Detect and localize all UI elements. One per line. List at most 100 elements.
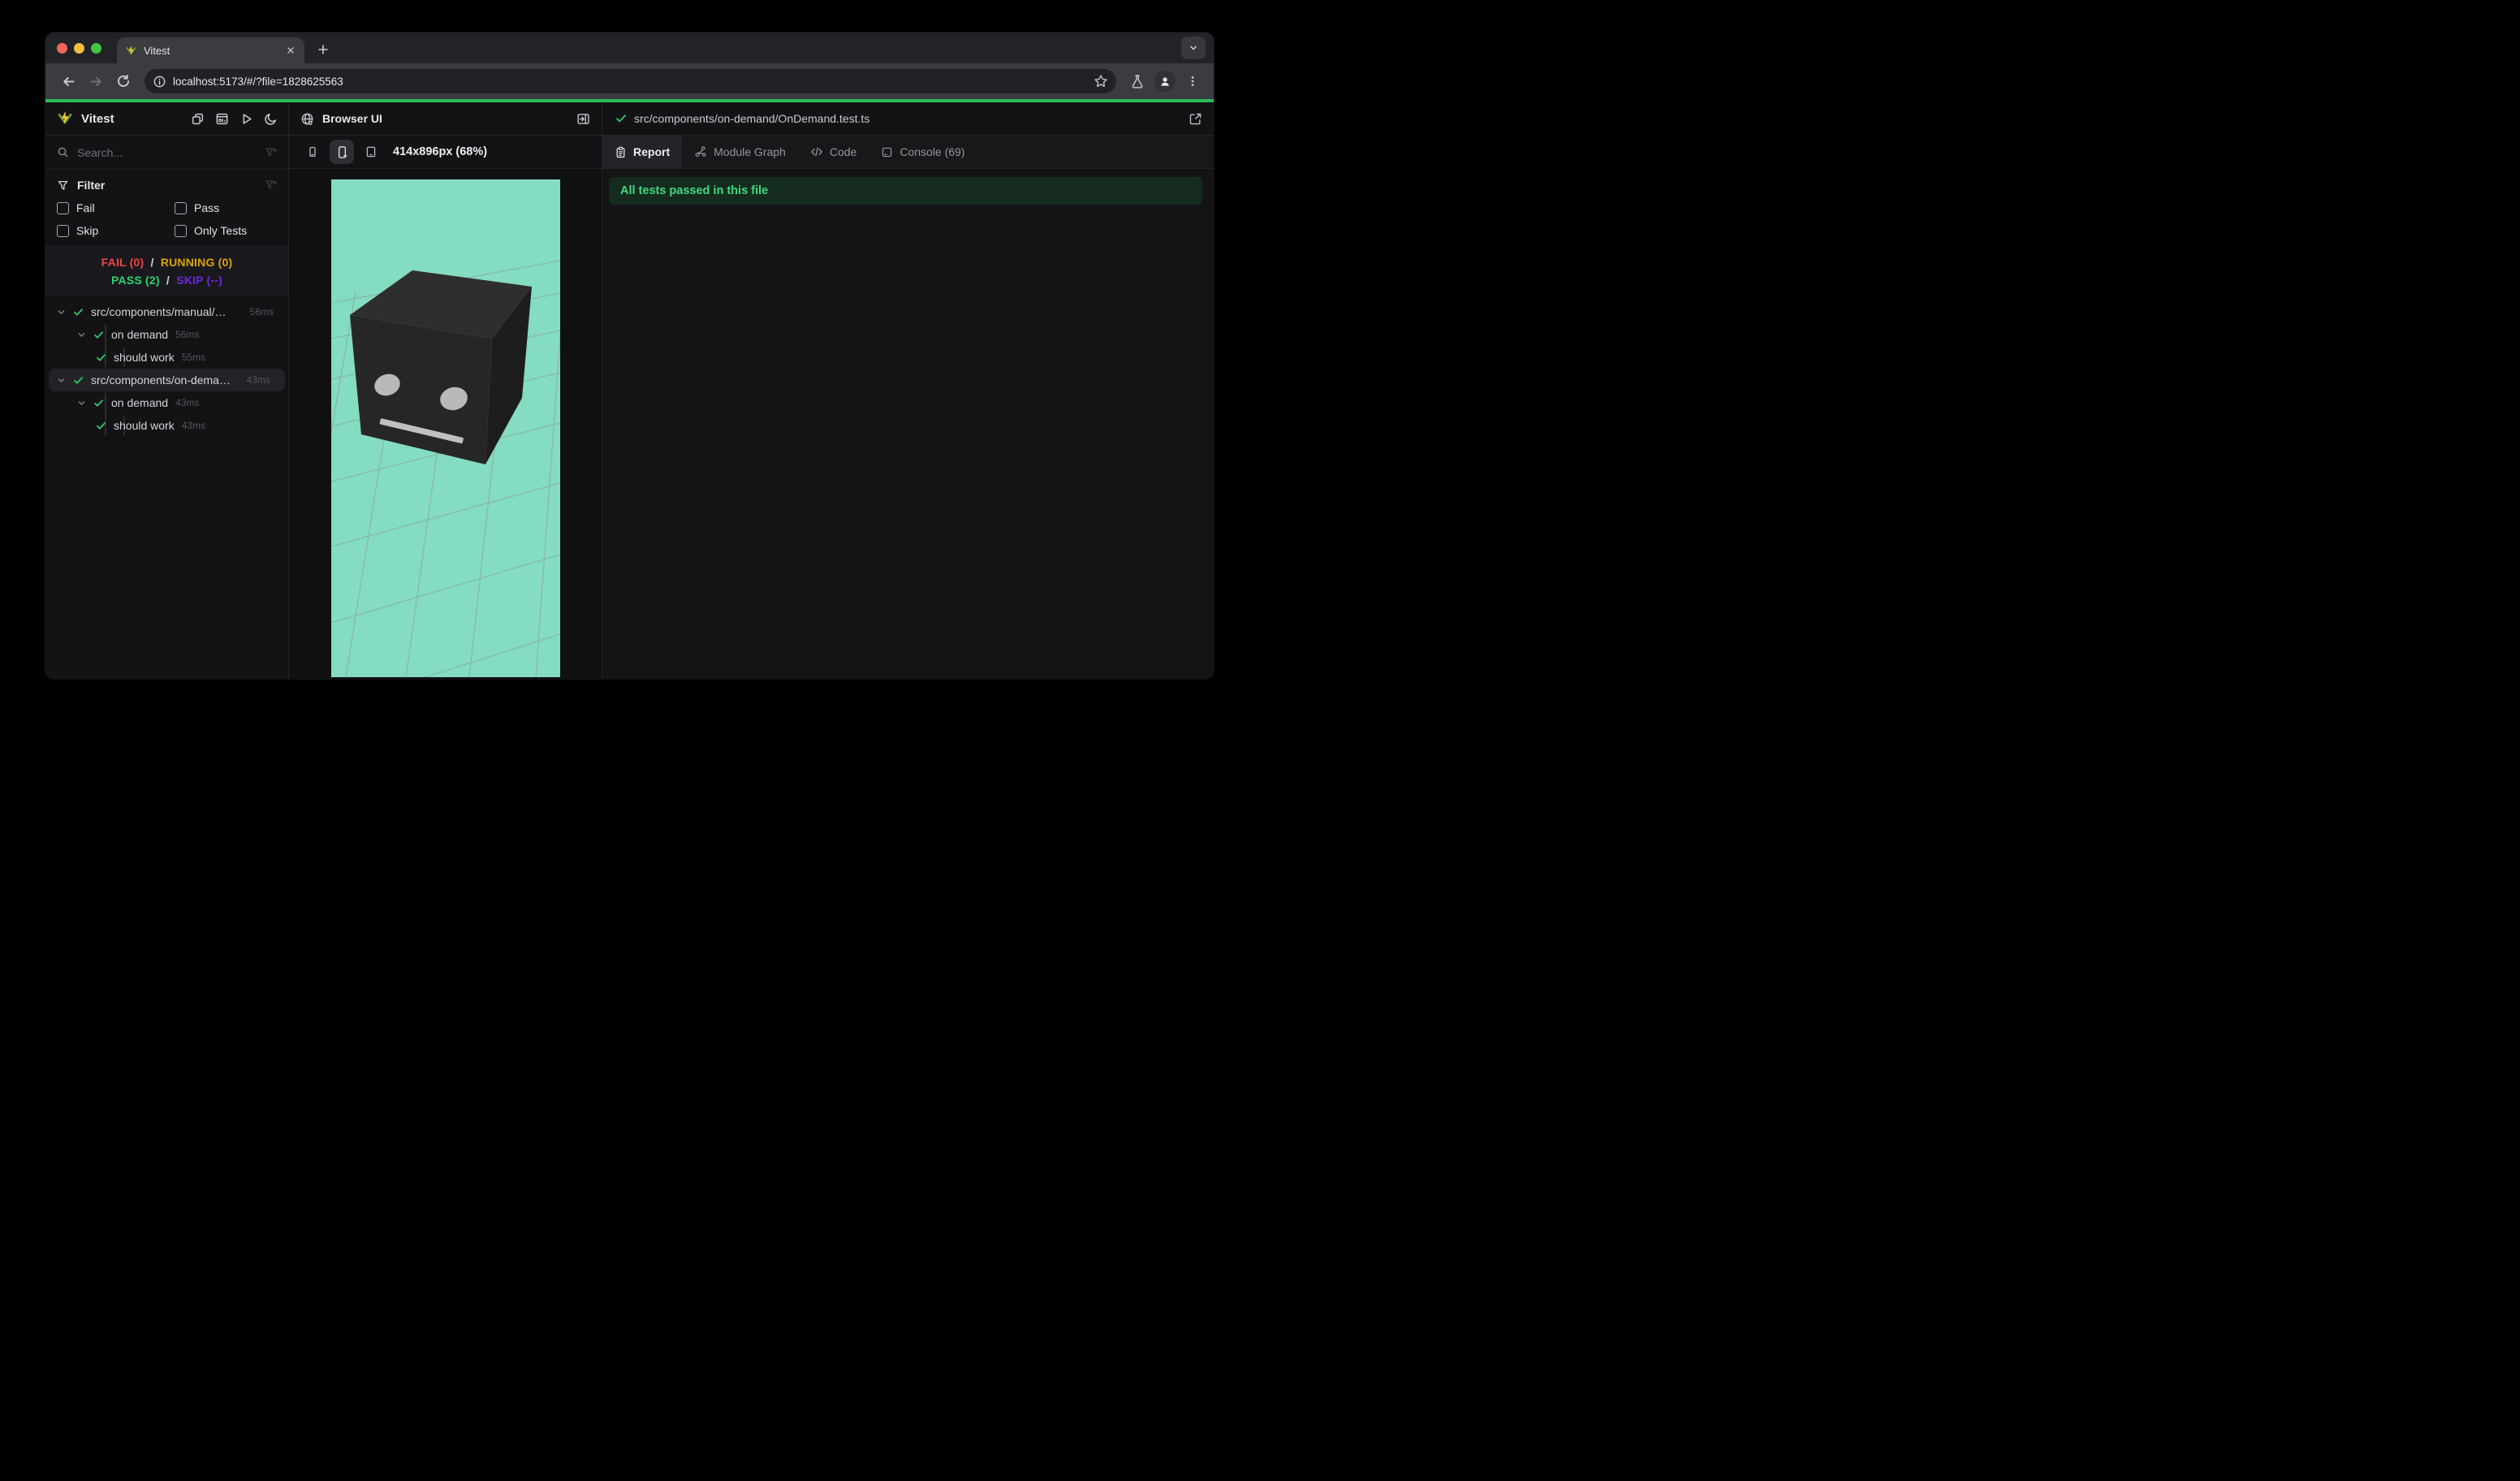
reload-button[interactable]: [112, 70, 135, 93]
pass-check-icon: [96, 352, 106, 363]
results-tabs: Report Module Graph Code Console (69): [602, 135, 1214, 169]
robot-cube-scene: [330, 260, 560, 677]
tab-report[interactable]: Report: [602, 136, 683, 168]
pass-check-icon: [73, 307, 84, 317]
test-duration: 43ms: [175, 397, 200, 408]
pass-count: PASS (2): [111, 274, 160, 287]
summary-line-1: FAIL (0) / RUNNING (0): [45, 253, 288, 271]
theme-toggle-moon-icon[interactable]: [264, 112, 278, 126]
forward-button[interactable]: [84, 70, 107, 93]
pass-check-icon: [615, 113, 627, 124]
chevron-down-icon[interactable]: [77, 330, 86, 339]
fail-checkbox[interactable]: [57, 201, 69, 214]
tab-code[interactable]: Code: [798, 136, 869, 168]
chevron-down-icon[interactable]: [57, 308, 66, 317]
module-graph-icon: [695, 146, 706, 158]
address-bar[interactable]: [145, 69, 1116, 93]
open-panel-icon[interactable]: [576, 112, 590, 126]
browser-preview-panel: Browser UI 414x896px (68%): [289, 102, 602, 679]
clear-search-filter-icon[interactable]: [265, 146, 278, 159]
open-in-editor-icon[interactable]: [1189, 112, 1202, 126]
new-tab-button[interactable]: [313, 39, 334, 60]
browser-tab[interactable]: Vitest: [117, 37, 304, 63]
run-all-icon[interactable]: [239, 112, 253, 126]
tab-report-label: Report: [633, 145, 671, 158]
filter-option-skip[interactable]: Skip: [45, 219, 163, 242]
test-label: on demand: [111, 328, 169, 341]
browser-toolbar: [45, 63, 1214, 99]
running-count: RUNNING (0): [160, 256, 233, 269]
test-duration: 55ms: [181, 352, 206, 363]
close-tab-icon[interactable]: [285, 45, 296, 56]
minimize-window-button[interactable]: [74, 42, 84, 54]
banner-text: All tests passed in this file: [620, 184, 769, 197]
clear-filter-icon[interactable]: [265, 179, 278, 192]
tab-console-label: Console (69): [900, 145, 965, 158]
only-tests-checkbox[interactable]: [175, 224, 187, 237]
search-icon: [57, 146, 69, 158]
small-phone-button[interactable]: [300, 140, 325, 164]
tested-app-viewport[interactable]: [330, 179, 560, 677]
sidebar-actions: [191, 112, 288, 126]
test-file-path: src/components/on-demand/OnDemand.test.t…: [634, 112, 870, 125]
preview-title: Browser UI: [322, 112, 382, 125]
chevron-down-icon[interactable]: [57, 376, 66, 385]
pass-check-icon: [73, 375, 84, 386]
detach-windows-icon[interactable]: [191, 112, 205, 126]
pass-check-icon: [93, 330, 104, 340]
viewport-size-label: 414x896px (68%): [393, 145, 488, 158]
url-input[interactable]: [173, 75, 1094, 88]
browser-menu-icon[interactable]: [1181, 70, 1204, 93]
test-case-row[interactable]: on demand 56ms: [45, 323, 288, 346]
filter-option-pass[interactable]: Pass: [163, 196, 288, 219]
file-header: src/components/on-demand/OnDemand.test.t…: [602, 102, 1214, 135]
pass-check-icon: [93, 398, 104, 408]
chevron-down-icon[interactable]: [77, 399, 86, 408]
test-label: should work: [114, 419, 175, 432]
funnel-icon: [57, 179, 69, 192]
tab-module-graph-label: Module Graph: [714, 145, 786, 158]
test-duration: 43ms: [246, 374, 270, 386]
site-info-icon[interactable]: [153, 75, 166, 89]
maximize-window-button[interactable]: [91, 42, 101, 54]
search-input[interactable]: [77, 145, 265, 159]
bookmark-star-icon[interactable]: [1094, 74, 1108, 89]
pass-label: Pass: [194, 201, 220, 214]
tab-console[interactable]: Console (69): [869, 136, 977, 168]
sidebar-header: Vitest: [45, 102, 288, 135]
test-summary: FAIL (0) / RUNNING (0) PASS (2) / SKIP (…: [45, 246, 288, 296]
fail-count: FAIL (0): [101, 256, 145, 269]
skip-checkbox[interactable]: [57, 224, 69, 237]
cube-front-face: [349, 315, 492, 464]
filter-option-only-tests[interactable]: Only Tests: [163, 219, 288, 242]
profile-avatar[interactable]: [1154, 70, 1176, 93]
test-file-row[interactable]: src/components/manual/… 56ms: [45, 300, 288, 323]
test-duration: 56ms: [175, 329, 200, 340]
tab-module-graph[interactable]: Module Graph: [682, 136, 798, 168]
test-case-row[interactable]: should work 55ms: [45, 346, 288, 369]
test-label: on demand: [111, 396, 169, 409]
tablet-button[interactable]: [359, 140, 383, 164]
test-case-row[interactable]: should work 43ms: [45, 414, 288, 437]
test-duration: 56ms: [249, 306, 274, 317]
globe-icon: [300, 112, 314, 126]
pass-checkbox[interactable]: [175, 201, 187, 214]
test-label: src/components/manual/…: [91, 305, 227, 318]
back-button[interactable]: [57, 70, 80, 93]
skip-label: Skip: [76, 224, 99, 237]
test-case-row[interactable]: on demand 43ms: [45, 391, 288, 414]
filter-option-fail[interactable]: Fail: [45, 196, 163, 219]
tab-title: Vitest: [144, 44, 170, 57]
pass-check-icon: [96, 421, 106, 431]
filter-options: Fail Pass Skip Only Tests: [45, 196, 288, 242]
experiments-flask-icon[interactable]: [1126, 70, 1149, 93]
tab-search-button[interactable]: [1181, 37, 1206, 59]
phone-plus-button[interactable]: [330, 140, 354, 164]
filter-header: Filter: [45, 174, 288, 196]
fail-label: Fail: [76, 201, 95, 214]
dashboard-icon[interactable]: [215, 112, 229, 126]
close-window-button[interactable]: [57, 42, 67, 54]
sidebar: Vitest Search... Filter Fail Pass Skip O…: [45, 102, 289, 679]
console-icon: [882, 147, 892, 157]
test-file-row[interactable]: src/components/on-dema… 43ms: [49, 369, 285, 391]
